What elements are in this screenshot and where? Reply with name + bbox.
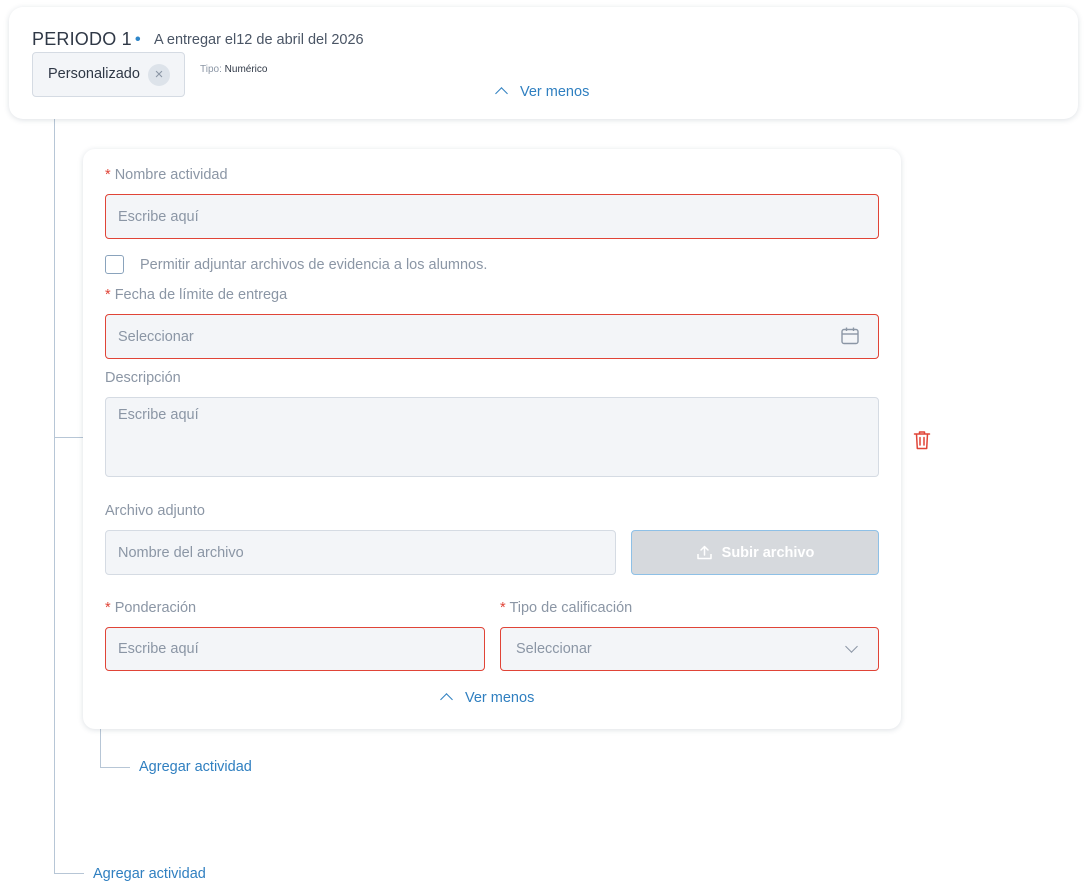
activity-collapse-toggle[interactable]: Ver menos <box>440 690 535 706</box>
add-activity-outer-link[interactable]: Agregar actividad <box>93 866 206 882</box>
evaluation-type-chip: Personalizado × <box>32 52 185 97</box>
allow-files-label: Permitir adjuntar archivos de evidencia … <box>140 257 488 273</box>
weight-input[interactable]: Escribe aquí <box>105 627 485 671</box>
allow-files-checkbox[interactable] <box>105 255 124 274</box>
calendar-icon[interactable] <box>840 326 860 346</box>
activity-toggle-label: Ver menos <box>465 690 535 706</box>
tree-connector-inner-add <box>100 767 130 768</box>
chevron-down-icon <box>845 640 858 653</box>
activity-name-label: * Nombre actividad <box>105 167 228 183</box>
activity-name-input[interactable]: Escribe aquí <box>105 194 879 239</box>
chevron-up-icon <box>440 693 453 706</box>
deadline-label: * Fecha de límite de entrega <box>105 287 288 303</box>
period-title: PERIODO 1 <box>32 29 132 49</box>
description-label: Descripción <box>105 370 181 386</box>
weight-label: * Ponderación <box>105 600 197 616</box>
grade-type-info: Tipo: Numérico <box>200 64 267 75</box>
tree-line-inner <box>100 729 101 767</box>
tree-connector-outer-add <box>54 873 84 874</box>
deadline-date-picker[interactable]: Seleccionar <box>105 314 879 359</box>
close-icon[interactable]: × <box>148 64 170 86</box>
tree-connector-activity <box>54 437 83 438</box>
type-label: Tipo: <box>200 64 222 75</box>
chevron-up-icon <box>495 87 508 100</box>
add-activity-inner-link[interactable]: Agregar actividad <box>139 759 252 775</box>
attachment-label: Archivo adjunto <box>105 503 205 519</box>
attachment-filename-input[interactable]: Nombre del archivo <box>105 530 616 575</box>
period-collapse-toggle[interactable]: Ver menos <box>495 84 590 100</box>
description-textarea[interactable]: Escribe aquí <box>105 397 879 477</box>
activity-form-card: * Nombre actividad Escribe aquí Permitir… <box>83 149 901 729</box>
type-value: Numérico <box>224 64 268 75</box>
period-toggle-label: Ver menos <box>520 84 590 100</box>
required-mark: * <box>105 167 111 183</box>
grade-type-label: * Tipo de calificación <box>500 600 633 616</box>
period-due-date: A entregar el12 de abril del 2026 <box>154 32 364 48</box>
chip-label: Personalizado <box>48 66 140 82</box>
upload-icon <box>696 545 712 560</box>
grade-type-select[interactable]: Seleccionar <box>500 627 879 671</box>
upload-file-button[interactable]: Subir archivo <box>631 530 879 575</box>
tree-line-main <box>54 119 55 874</box>
period-card: PERIODO 1 • A entregar el12 de abril del… <box>9 7 1078 119</box>
period-separator: • <box>135 31 141 48</box>
trash-icon[interactable] <box>913 430 931 450</box>
